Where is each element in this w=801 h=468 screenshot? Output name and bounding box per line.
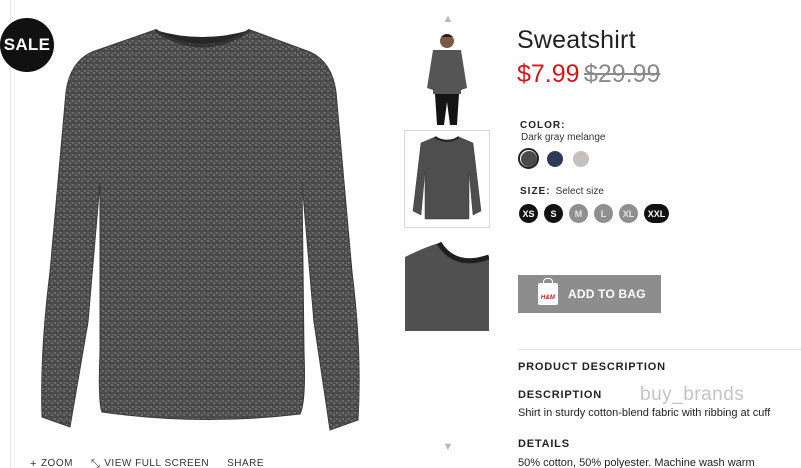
image-actions: + ZOOM ⤡ VIEW FULL SCREEN SHARE (30, 458, 264, 468)
size-s[interactable]: S (544, 204, 563, 223)
share-label: SHARE (227, 458, 265, 468)
thumbnail-scroll-up-icon[interactable]: ▲ (441, 14, 455, 25)
shopping-bag-icon: H&M (538, 278, 558, 305)
description-heading: DESCRIPTION (518, 389, 602, 401)
watermark: buy_brands (640, 384, 745, 405)
front-thumbnail-image (412, 136, 482, 220)
description-text: Shirt in sturdy cotton-blend fabric with… (518, 407, 771, 419)
original-price: $29.99 (584, 60, 661, 88)
plus-icon: + (30, 457, 37, 468)
share-action[interactable]: SHARE (227, 458, 264, 468)
size-xxl[interactable]: XXL (644, 204, 669, 223)
sale-badge: SALE (0, 18, 54, 72)
add-to-bag-button[interactable]: H&M ADD TO BAG (518, 275, 661, 313)
brand-logo: H&M (540, 295, 556, 301)
left-border (10, 0, 11, 468)
thumbnail-front-view[interactable] (404, 130, 490, 228)
thumbnail-model-view[interactable] (405, 28, 489, 126)
color-swatch-dark-gray[interactable] (518, 148, 539, 169)
size-options: XS S M L XL XXL (519, 204, 669, 223)
collar-thumbnail-image (405, 233, 489, 331)
add-to-bag-label: ADD TO BAG (568, 287, 646, 301)
full-screen-label: VIEW FULL SCREEN (104, 458, 210, 468)
size-xs[interactable]: XS (519, 204, 538, 223)
size-xl[interactable]: XL (619, 204, 638, 223)
selected-color-name: Dark gray melange (521, 132, 606, 143)
section-divider (518, 349, 801, 350)
thumbnail-scroll-down-icon[interactable]: ▼ (441, 442, 455, 453)
color-label: COLOR: (520, 120, 566, 131)
zoom-action[interactable]: + ZOOM (30, 458, 73, 468)
thumbnail-collar-detail[interactable] (405, 233, 489, 331)
expand-icon: ⤡ (90, 457, 101, 468)
product-main-image[interactable] (30, 22, 375, 447)
color-swatches (518, 148, 591, 169)
size-hint: Select size (555, 186, 604, 197)
zoom-label: ZOOM (40, 458, 73, 468)
size-row: SIZE: Select size (520, 186, 604, 197)
product-title: Sweatshirt (517, 26, 636, 54)
color-swatch-dark-blue[interactable] (544, 148, 565, 169)
size-m[interactable]: M (569, 204, 588, 223)
details-heading: DETAILS (518, 438, 570, 450)
size-label: SIZE: (520, 186, 551, 197)
color-swatch-light-gray[interactable] (570, 148, 591, 169)
sale-price: $7.99 (517, 60, 580, 88)
size-l[interactable]: L (594, 204, 613, 223)
full-screen-action[interactable]: ⤡ VIEW FULL SCREEN (91, 458, 209, 468)
product-description-heading: PRODUCT DESCRIPTION (518, 361, 666, 373)
details-text: 50% cotton, 50% polyester. Machine wash … (518, 457, 755, 468)
model-thumbnail-image (427, 34, 467, 125)
